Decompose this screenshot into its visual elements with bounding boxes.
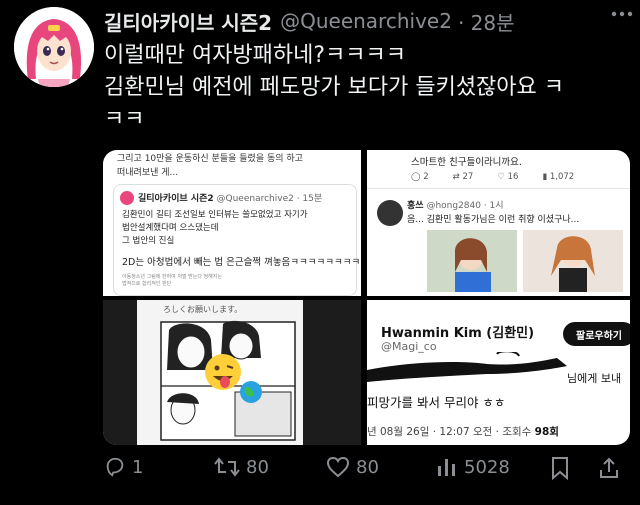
tweet-line: ㅋㅋ	[104, 107, 145, 132]
image-text: ろしくお願いします。	[163, 305, 243, 314]
reply-button[interactable]: 1	[104, 456, 143, 478]
heart-icon	[326, 456, 350, 478]
bookmark-icon	[552, 457, 568, 480]
quote-line: 법적으로 합리적인 판단	[122, 281, 172, 287]
profile-tweet-text: 피망가를 봐서 무리야 ㅎㅎ	[367, 395, 506, 410]
redaction-scribble	[367, 352, 567, 382]
follow-button[interactable]: 팔로우하기	[563, 322, 630, 346]
avatar-illustration	[14, 7, 94, 87]
quote-line: 그 법안의 진실	[122, 236, 175, 246]
tweet-actions: 1 80 80 5028	[104, 456, 624, 490]
image-text: 스마트한 친구들이라니까요.	[411, 157, 522, 168]
profile-meta: 년 08월 26일 · 12:07 오전 · 조회수 98회	[367, 426, 559, 438]
reply-count: 1	[132, 456, 144, 478]
like-stat: ♡ 16	[497, 172, 519, 182]
thumbnail-image[interactable]	[523, 230, 623, 292]
reply-stat: ◯ 2	[411, 172, 429, 182]
media-image-3[interactable]: ろしくお願いします。	[103, 300, 361, 445]
media-image-1[interactable]: 그리고 10만을 운동하신 분들을 들렸을 동의 하고 떠내려보낸 게... 길…	[103, 150, 361, 296]
image-text: 그리고 10만을 운동하신 분들을 들렸을 동의 하고	[117, 154, 303, 164]
reply-avatar	[377, 200, 403, 226]
user-handle[interactable]: @Queenarchive2	[280, 9, 452, 33]
tweet-line: 김환민님 예전에 페도망가 보다가 들키셨잖아요 ㅋ	[104, 75, 565, 100]
media-image-4[interactable]: Hwanmin Kim (김환민) @Magi_co 팔로우하기 님에게 보내 …	[367, 300, 630, 445]
reply-handle: @hong2840 · 1시	[426, 201, 504, 211]
share-icon	[600, 457, 618, 478]
quote-line: 아동청소년 그림에 한하여 처벌 받는다 정해지는	[122, 274, 222, 280]
quote-card: 길티아카이브 시즌2 @Queenarchive2 · 15분 김환민이 길티 …	[113, 184, 361, 296]
tweet-line: 이럴때만 여자방패하네?ㅋㅋㅋㅋ	[104, 43, 407, 68]
media-image-2[interactable]: 스마트한 친구들이라니까요. ◯ 2 ⇄ 27 ♡ 16 ▮ 1,072 홍쓰 …	[367, 150, 630, 296]
tweet-time[interactable]: · 28분	[458, 7, 515, 36]
tweet-header: 길티아카이브 시즌2 @Queenarchive2 · 28분	[104, 6, 628, 36]
image-text: 떠내려보낸 게...	[117, 168, 179, 178]
like-button[interactable]: 80	[326, 456, 379, 478]
retweet-button[interactable]: 80	[214, 456, 269, 478]
retweet-count: 80	[246, 456, 269, 478]
stats-row: ◯ 2 ⇄ 27 ♡ 16 ▮ 1,072	[411, 172, 574, 182]
more-dots-icon[interactable]	[610, 4, 634, 29]
views-stat: ▮ 1,072	[542, 172, 575, 182]
quote-name: 길티아카이브 시즌2	[138, 194, 214, 204]
media-grid[interactable]: 그리고 10만을 운동하신 분들을 들렸을 동의 하고 떠내려보낸 게... 길…	[103, 150, 630, 445]
profile-name: Hwanmin Kim (김환민)	[381, 326, 535, 341]
reply-name: 홍쓰	[407, 201, 424, 211]
reply-icon	[106, 457, 124, 477]
quote-line: 2D는 아청법에서 빼는 법 은근슬쩍 껴놓음ㅋㅋㅋㅋㅋㅋㅋㅋ	[122, 257, 361, 268]
views-count: 5028	[464, 456, 510, 478]
like-count: 80	[356, 456, 379, 478]
retweet-stat: ⇄ 27	[452, 172, 474, 182]
share-button[interactable]	[598, 456, 626, 480]
quote-handle: @Queenarchive2 · 15분	[216, 194, 323, 204]
display-name[interactable]: 길티아카이브 시즌2	[104, 7, 272, 36]
tweet-text: 이럴때만 여자방패하네?ㅋㅋㅋㅋ 김환민님 예전에 페도망가 보다가 들키셨잖아…	[104, 40, 624, 136]
quote-avatar	[120, 191, 134, 205]
bookmark-button[interactable]	[550, 456, 576, 480]
avatar[interactable]	[14, 7, 94, 87]
manga-illustration	[103, 300, 361, 445]
retweet-icon	[214, 457, 240, 477]
reply-text: 음... 김환민 활동가님은 이런 취향 이셨구나...	[407, 215, 580, 225]
profile-text: 님에게 보내	[567, 372, 622, 385]
quote-line: 법안설계했다며 으스댔는데	[122, 223, 219, 233]
thumbnail-image[interactable]	[427, 230, 517, 292]
views-icon	[438, 459, 455, 476]
quote-line: 김환민이 길티 조선일보 인터뷰는 쓸모없었고 자기가	[122, 210, 308, 220]
views-button[interactable]: 5028	[436, 456, 510, 478]
